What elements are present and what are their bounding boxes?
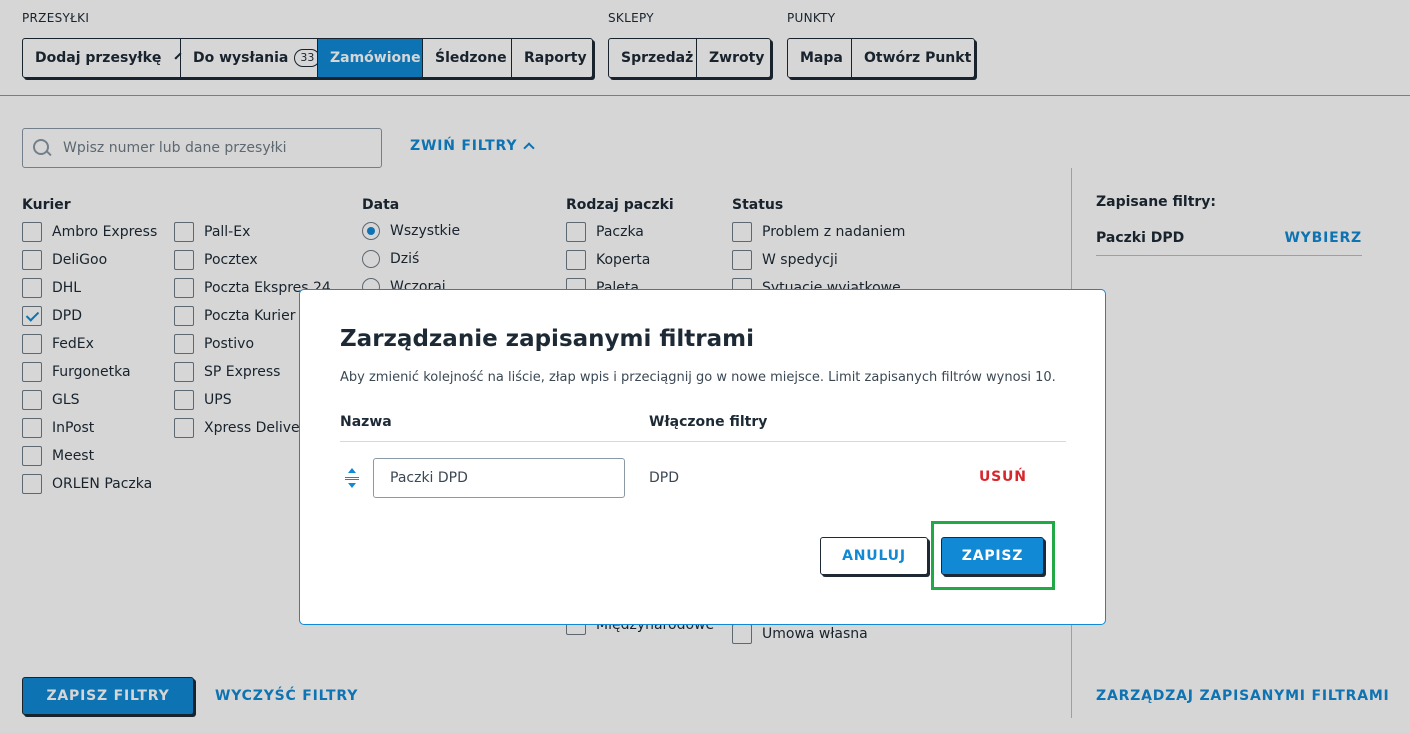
delete-filter-button[interactable]: USUŃ xyxy=(979,469,1027,485)
drag-handle-icon[interactable] xyxy=(344,468,360,488)
handle-line xyxy=(345,479,359,480)
enabled-filters-value: DPD xyxy=(649,470,680,486)
dialog-table-header: Nazwa Włączone filtry xyxy=(340,414,1066,442)
dialog-title: Zarządzanie zapisanymi filtrami xyxy=(340,326,755,352)
handle-line xyxy=(345,477,359,478)
save-button-highlight xyxy=(931,521,1055,590)
cancel-button[interactable]: ANULUJ xyxy=(820,537,928,575)
dialog-description: Aby zmienić kolejność na liście, złap wp… xyxy=(340,370,1056,385)
arrow-up-shape xyxy=(348,468,356,473)
column-header-name: Nazwa xyxy=(340,414,392,430)
arrow-down-shape xyxy=(348,483,356,488)
filter-name-input[interactable] xyxy=(373,458,625,498)
column-header-filters: Włączone filtry xyxy=(649,414,768,430)
